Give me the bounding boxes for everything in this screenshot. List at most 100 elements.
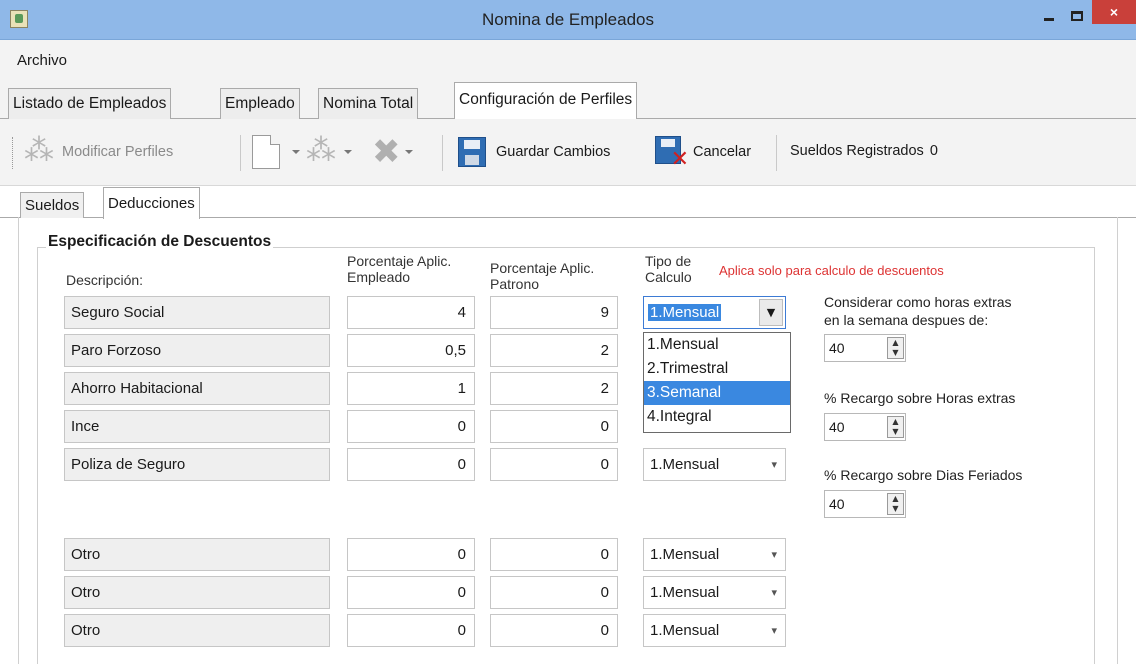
chevron-down-icon: ▾	[771, 586, 777, 599]
calc-type-value: 1.Mensual	[650, 584, 720, 601]
row-description[interactable]: Poliza de Seguro	[64, 448, 330, 481]
dropdown-option-trimestral[interactable]: 2.Trimestral	[644, 357, 790, 381]
registered-salaries-count: 0	[929, 143, 938, 159]
dropdown-option-integral[interactable]: 4.Integral	[644, 405, 790, 429]
overtime-surcharge-value: 40	[829, 419, 845, 435]
col-header-calc-type: Tipo de Calculo	[645, 253, 692, 285]
dropdown-option-semanal[interactable]: 3.Semanal	[644, 381, 790, 405]
calc-type-select[interactable]: 1.Mensual ▾	[643, 448, 786, 481]
cancel-button[interactable]: ✕ Cancelar	[655, 136, 751, 172]
holiday-surcharge-value: 40	[829, 496, 845, 512]
spin-down-icon[interactable]: ▼	[888, 348, 903, 358]
spinner-buttons[interactable]: ▲ ▼	[887, 416, 904, 438]
spinner-buttons[interactable]: ▲ ▼	[887, 493, 904, 515]
row-description[interactable]: Seguro Social	[64, 296, 330, 329]
window-title: Nomina de Empleados	[482, 10, 654, 29]
toolbar-separator	[442, 135, 443, 171]
chevron-down-icon: ▾	[771, 624, 777, 637]
delete-button[interactable]: ✖	[372, 132, 413, 172]
spin-up-icon[interactable]: ▲	[888, 494, 903, 504]
new-document-button[interactable]	[252, 135, 300, 169]
modify-profiles-button[interactable]: Modificar Perfiles	[24, 133, 173, 168]
employer-pct-input[interactable]: 0	[490, 614, 618, 647]
sub-tabs: Sueldos Deducciones	[0, 186, 1136, 219]
save-changes-button[interactable]: Guardar Cambios	[458, 137, 610, 167]
employee-pct-input[interactable]: 0	[347, 448, 475, 481]
dropdown-option-mensual[interactable]: 1.Mensual	[644, 333, 790, 357]
row-description[interactable]: Ahorro Habitacional	[64, 372, 330, 405]
overtime-surcharge-spinner[interactable]: 40 ▲ ▼	[824, 413, 906, 441]
employer-pct-input[interactable]: 0	[490, 448, 618, 481]
row-description[interactable]: Otro	[64, 538, 330, 571]
minimize-icon	[1044, 17, 1054, 21]
overtime-threshold-value: 40	[829, 340, 845, 356]
tab-nomina-total[interactable]: Nomina Total	[318, 88, 419, 119]
overtime-surcharge-label: % Recargo sobre Horas extras	[824, 390, 1016, 406]
employee-pct-input[interactable]: 0	[347, 410, 475, 443]
edit-users-icon	[24, 133, 58, 168]
minimize-button[interactable]	[1036, 4, 1062, 28]
spinner-buttons[interactable]: ▲ ▼	[887, 337, 904, 359]
calc-type-select[interactable]: 1.Mensual ▾	[643, 538, 786, 571]
col-header-employer-line1: Porcentaje Aplic.	[490, 260, 595, 276]
registered-salaries-label: Sueldos Registrados	[790, 143, 924, 159]
calc-type-value: 1.Mensual	[648, 304, 722, 321]
col-header-calc-line2: Calculo	[645, 269, 692, 285]
group-title: Especificación de Descuentos	[46, 233, 274, 251]
col-header-employer-line2: Patrono	[490, 276, 540, 292]
employer-pct-input[interactable]: 0	[490, 410, 618, 443]
tab-configuracion-perfiles[interactable]: Configuración de Perfiles	[454, 82, 638, 120]
toolbar: Modificar Perfiles ✖ Guardar Cambios ✕ C…	[0, 119, 1136, 186]
calc-type-value: 1.Mensual	[650, 546, 720, 563]
employer-pct-input[interactable]: 0	[490, 538, 618, 571]
holiday-surcharge-spinner[interactable]: 40 ▲ ▼	[824, 490, 906, 518]
tab-deducciones[interactable]: Deducciones	[103, 187, 200, 219]
toolbar-grip[interactable]	[12, 137, 16, 169]
calc-type-select[interactable]: 1.Mensual ▾	[643, 614, 786, 647]
employee-pct-input[interactable]: 0	[347, 614, 475, 647]
menu-archivo[interactable]: Archivo	[17, 52, 67, 69]
spin-down-icon[interactable]: ▼	[888, 427, 903, 437]
employee-pct-input[interactable]: 0	[347, 576, 475, 609]
tab-empleado[interactable]: Empleado	[220, 88, 300, 119]
col-header-description: Descripción:	[66, 272, 144, 288]
employer-pct-input[interactable]: 0	[490, 576, 618, 609]
spin-up-icon[interactable]: ▲	[888, 338, 903, 348]
employer-pct-input[interactable]: 9	[490, 296, 618, 329]
tab-sueldos[interactable]: Sueldos	[20, 192, 85, 218]
close-button[interactable]: ×	[1092, 0, 1136, 24]
registered-salaries-status: Sueldos Registrados 0	[790, 143, 938, 159]
row-description[interactable]: Otro	[64, 614, 330, 647]
row-description[interactable]: Otro	[64, 576, 330, 609]
calc-type-select[interactable]: 1.Mensual ▾	[643, 576, 786, 609]
overtime-threshold-spinner[interactable]: 40 ▲ ▼	[824, 334, 906, 362]
employee-pct-input[interactable]: 4	[347, 296, 475, 329]
col-header-employee-line2: Empleado	[347, 269, 411, 285]
delete-icon: ✖	[372, 132, 401, 172]
col-header-employee-pct: Porcentaje Aplic. Empleado	[347, 253, 451, 285]
toolbar-separator	[240, 135, 241, 171]
spin-up-icon[interactable]: ▲	[888, 417, 903, 427]
chevron-down-icon	[344, 150, 352, 154]
row-description[interactable]: Ince	[64, 410, 330, 443]
chevron-down-icon[interactable]: ▼	[759, 299, 783, 326]
save-icon	[458, 137, 486, 167]
tab-listado-empleados[interactable]: Listado de Empleados	[8, 88, 172, 119]
employee-pct-input[interactable]: 0	[347, 538, 475, 571]
employee-pct-input[interactable]: 1	[347, 372, 475, 405]
employer-pct-input[interactable]: 2	[490, 372, 618, 405]
overtime-threshold-label: Considerar como horas extras en la seman…	[824, 293, 1012, 329]
calc-type-dropdown-list: 1.Mensual 2.Trimestral 3.Semanal 4.Integ…	[643, 332, 791, 433]
employee-pct-input[interactable]: 0,5	[347, 334, 475, 367]
cancel-save-icon: ✕	[655, 136, 689, 172]
chevron-down-icon	[292, 150, 300, 154]
maximize-button[interactable]	[1064, 4, 1090, 28]
row-description[interactable]: Paro Forzoso	[64, 334, 330, 367]
calc-note: Aplica solo para calculo de descuentos	[719, 263, 944, 278]
col-header-calc-line1: Tipo de	[645, 253, 692, 269]
calc-type-select[interactable]: 1.Mensual ▼	[643, 296, 786, 329]
save-changes-label: Guardar Cambios	[496, 144, 611, 160]
spin-down-icon[interactable]: ▼	[888, 504, 903, 514]
user-options-button[interactable]	[306, 133, 352, 168]
employer-pct-input[interactable]: 2	[490, 334, 618, 367]
